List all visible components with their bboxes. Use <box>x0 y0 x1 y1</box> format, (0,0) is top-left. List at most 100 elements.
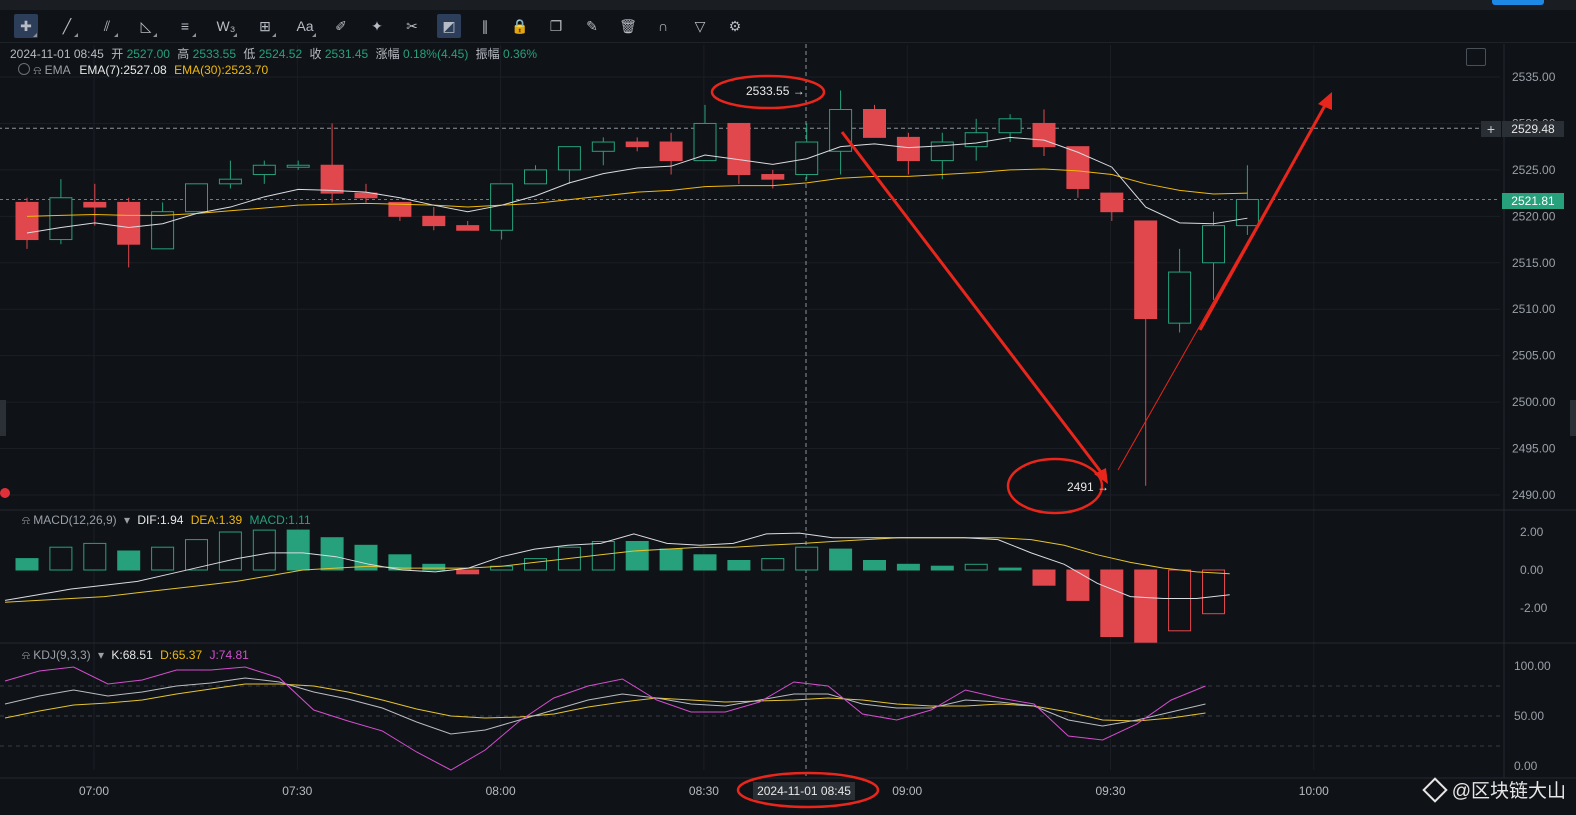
time-axis-label: 08:30 <box>689 784 719 798</box>
candle-body <box>896 136 920 162</box>
macd-legend[interactable]: ⍾ MACD(12,26,9) ▾ DIF:1.94 DEA:1.39 MACD… <box>22 513 311 528</box>
macd-bar <box>117 550 141 571</box>
expand-icon[interactable] <box>1466 48 1486 66</box>
macd-bar <box>1066 569 1090 601</box>
candle <box>930 132 954 180</box>
chart-area[interactable]: 2535.002530.002525.002520.002515.002510.… <box>0 0 1576 815</box>
candle-body <box>863 109 886 138</box>
candle <box>151 202 175 250</box>
kdj-j: J:74.81 <box>209 648 249 662</box>
candle-body <box>964 132 988 148</box>
candle <box>252 160 276 184</box>
candle-body <box>591 141 615 152</box>
candle-body <box>1100 192 1124 213</box>
macd-bar <box>286 529 310 571</box>
candle-body <box>659 141 683 162</box>
candle <box>727 122 751 184</box>
amplitude-label: 振幅 <box>475 47 500 61</box>
time-axis-label: 09:30 <box>1096 784 1126 798</box>
close-value: 2531.45 <box>324 47 369 61</box>
macd-axis-label: 2.00 <box>1520 525 1544 539</box>
amplitude-value: 0.36% <box>503 47 538 61</box>
annotation-low-label: 2491 → <box>1067 480 1110 494</box>
ema-legend[interactable]: ⍾ EMA EMA(7):2527.08 EMA(30):2523.70 <box>18 63 268 78</box>
chevron-down-icon[interactable]: ▾ <box>98 648 104 662</box>
candle <box>15 197 39 249</box>
macd-bar <box>829 548 853 571</box>
candle-body <box>998 118 1022 134</box>
candle-body <box>286 164 310 168</box>
high-label: 高 <box>177 47 190 61</box>
macd-bar <box>1134 569 1158 643</box>
left-panel-handle[interactable] <box>0 400 6 436</box>
price-axis-label: 2535.00 <box>1512 70 1556 84</box>
candle <box>218 160 242 189</box>
candle-body <box>524 169 547 185</box>
collapse-icon[interactable] <box>18 63 30 75</box>
candle <box>1202 211 1225 300</box>
candle-body <box>422 215 446 227</box>
macd-bar <box>252 529 276 571</box>
price-axis-label: 2520.00 <box>1512 209 1556 223</box>
low-label: 低 <box>243 47 256 61</box>
candle <box>1032 109 1056 156</box>
candle <box>896 132 920 175</box>
open-value: 2527.00 <box>126 47 170 61</box>
alert-dot-icon[interactable] <box>0 488 10 498</box>
candle <box>185 183 208 213</box>
macd-bar <box>83 542 107 571</box>
macd-axis-label: -2.00 <box>1520 601 1548 615</box>
price-axis-label: 2515.00 <box>1512 256 1556 270</box>
ema30-line <box>26 168 1248 217</box>
bell-icon[interactable]: ⍾ <box>22 648 30 662</box>
candle <box>1235 165 1259 235</box>
high-value: 2533.55 <box>192 47 237 61</box>
ema-name: EMA <box>44 63 70 77</box>
kdj-legend[interactable]: ⍾ KDJ(9,3,3) ▾ K:68.51 D:65.37 J:74.81 <box>22 648 249 663</box>
candle-body <box>185 183 208 213</box>
macd-value: MACD:1.11 <box>249 513 311 527</box>
bell-icon[interactable]: ⍾ <box>33 63 41 77</box>
macd-bar <box>896 563 920 571</box>
watermark: @区块链大山 <box>1421 776 1566 803</box>
candle-body <box>151 211 175 250</box>
macd-bar <box>693 554 717 571</box>
chevron-down-icon[interactable]: ▾ <box>124 513 130 527</box>
last-price-tag: 2521.81 <box>1502 193 1564 209</box>
macd-bar <box>456 569 480 575</box>
macd-bar <box>1032 569 1056 586</box>
annotation-high-label: 2533.55 → <box>746 84 805 98</box>
candle-body <box>83 201 107 208</box>
add-alert-icon[interactable]: + <box>1481 121 1501 137</box>
candle <box>557 146 581 184</box>
candle-body <box>557 146 581 171</box>
close-label: 收 <box>309 47 322 61</box>
candle <box>456 220 480 231</box>
candle <box>286 160 310 170</box>
candle <box>795 123 819 180</box>
candle-body <box>761 174 785 180</box>
macd-bar <box>1100 569 1124 637</box>
candle <box>693 104 717 162</box>
candle-body <box>218 178 242 185</box>
annotation-up-arrow <box>1198 99 1330 331</box>
macd-bar <box>998 567 1022 571</box>
price-axis-label: 2490.00 <box>1512 488 1556 502</box>
kdj-d: D:65.37 <box>160 648 203 662</box>
bell-icon[interactable]: ⍾ <box>22 513 30 527</box>
candle <box>1134 220 1158 486</box>
macd-bar <box>795 546 819 571</box>
macd-bar <box>930 565 954 571</box>
open-label: 开 <box>111 47 124 61</box>
macd-bar <box>1202 569 1225 615</box>
change-label: 涨幅 <box>375 47 400 61</box>
macd-name: MACD(12,26,9) <box>33 513 117 527</box>
candle <box>1168 248 1192 333</box>
kdj-j-line <box>4 666 1206 771</box>
candle <box>625 137 649 152</box>
ohlc-datetime: 2024-11-01 08:45 <box>10 47 104 61</box>
change-value: 0.18%(4.45) <box>402 47 469 61</box>
candle-body <box>117 201 141 245</box>
binance-logo-icon <box>1421 776 1448 803</box>
right-panel-handle[interactable] <box>1570 400 1576 436</box>
